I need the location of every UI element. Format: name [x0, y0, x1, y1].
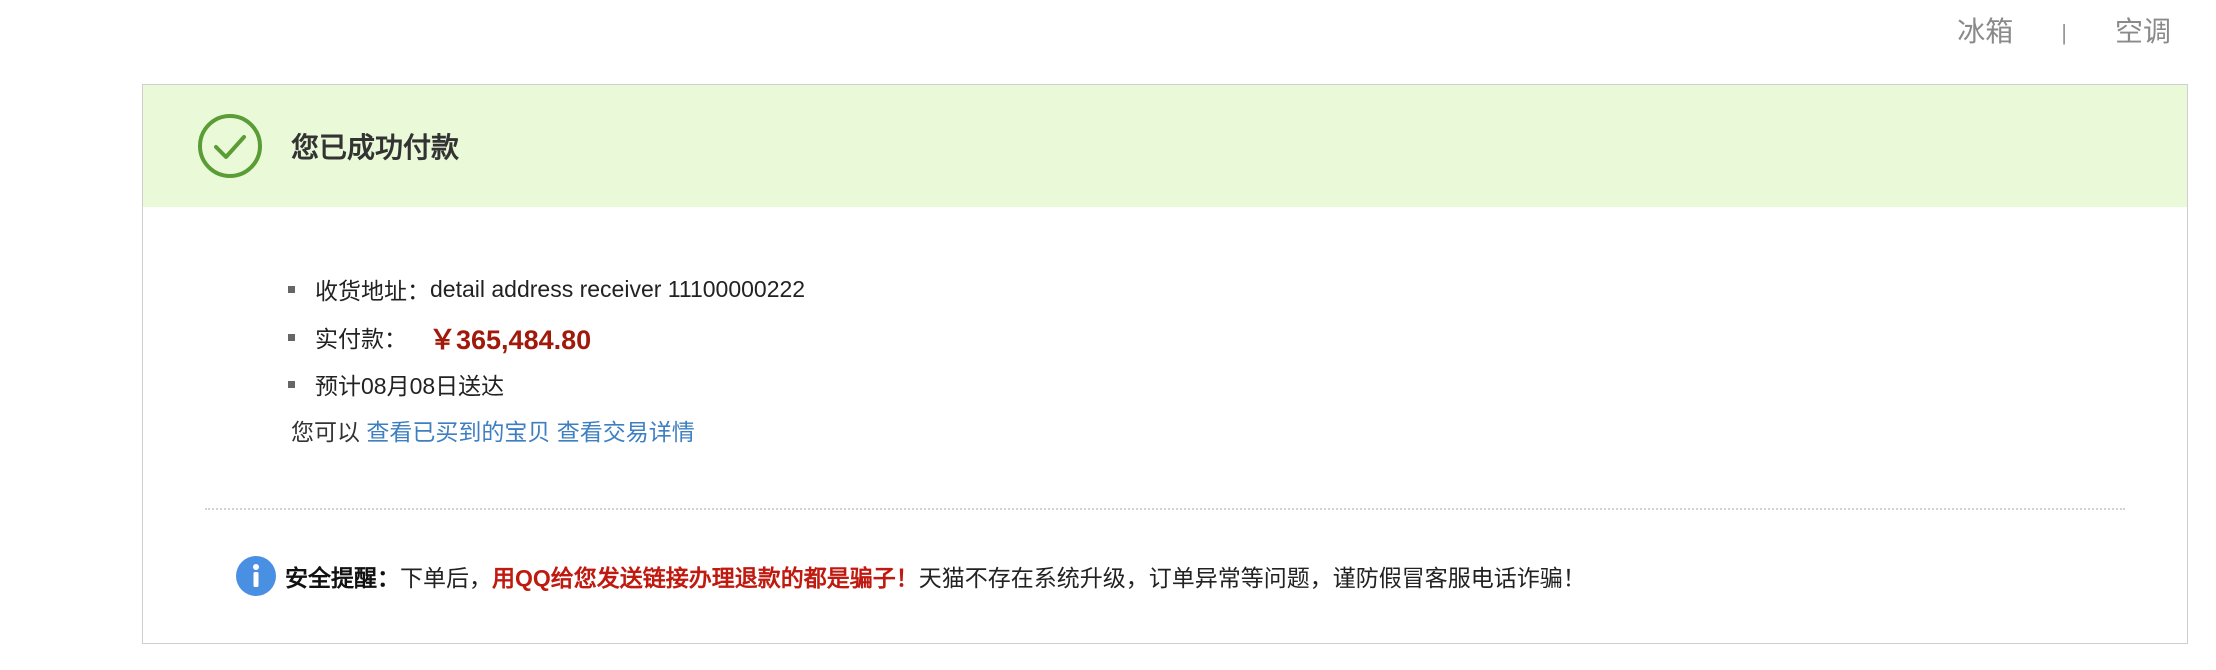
warning-text-2: 天猫不存在系统升级，订单异常等问题，谨防假冒客服电话诈骗！	[918, 565, 1586, 591]
order-details: 收货地址： detail address receiver 1110000022…	[288, 265, 805, 407]
bullet-icon	[288, 380, 295, 388]
divider	[205, 508, 2125, 510]
paid-label: 实付款：	[315, 326, 407, 352]
links-row: 您可以 查看已买到的宝贝 查看交易详情	[291, 413, 695, 447]
warning-text-1: 下单后，	[400, 565, 492, 591]
check-circle-icon	[198, 114, 262, 178]
view-details-link[interactable]: 查看交易详情	[557, 419, 695, 445]
panel-header: 您已成功付款	[143, 85, 2187, 207]
bullet-icon	[288, 333, 295, 341]
warning-red-text: 用QQ给您发送链接办理退款的都是骗子！	[492, 565, 919, 591]
delivery-row: 预计08月08日送达	[288, 361, 805, 407]
nav-link-aircon[interactable]: 空调	[2115, 10, 2171, 50]
payment-success-panel: 您已成功付款 收货地址： detail address receiver 111…	[142, 84, 2188, 644]
bullet-icon	[288, 285, 295, 293]
view-bought-link[interactable]: 查看已买到的宝贝	[366, 419, 550, 445]
paid-row: 实付款： ￥365,484.80	[288, 313, 805, 361]
page-title: 您已成功付款	[291, 132, 460, 163]
top-nav: 冰箱 | 空调	[1957, 10, 2171, 50]
info-icon	[236, 556, 276, 596]
warning-label: 安全提醒：	[285, 565, 400, 591]
address-label: 收货地址：	[315, 278, 430, 304]
delivery-estimate: 预计08月08日送达	[315, 373, 505, 399]
address-row: 收货地址： detail address receiver 1110000022…	[288, 265, 805, 313]
address-value: detail address receiver 11100000222	[430, 275, 806, 302]
security-warning: 安全提醒： 下单后， 用QQ给您发送链接办理退款的都是骗子！ 天猫不存在系统升级…	[235, 555, 1586, 597]
paid-amount: ￥365,484.80	[429, 324, 592, 355]
nav-link-fridge[interactable]: 冰箱	[1957, 10, 2013, 50]
links-prefix: 您可以	[291, 419, 360, 445]
nav-separator: |	[2061, 20, 2067, 45]
